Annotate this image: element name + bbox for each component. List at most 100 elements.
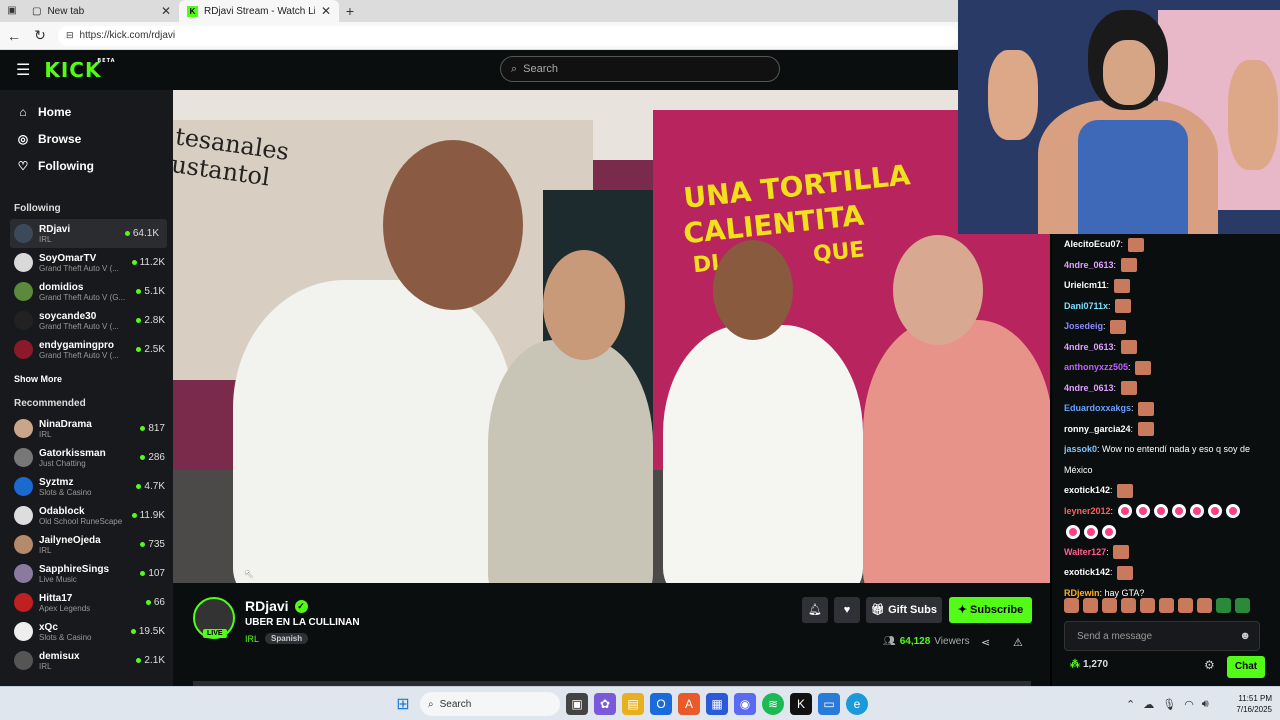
mic-icon[interactable]: 🎙︎ (1162, 698, 1176, 711)
site-info-icon[interactable]: ⊟ (66, 30, 74, 41)
chat-username[interactable]: Eduardoxxakgs (1064, 403, 1131, 413)
windows-start-icon[interactable]: ⊞ (392, 693, 414, 715)
back-icon[interactable]: ← (6, 28, 22, 44)
emote-icon[interactable] (1083, 598, 1098, 613)
emote-icon[interactable] (1064, 598, 1079, 613)
channel-points[interactable]: ⁂ 1,270 (1070, 659, 1108, 670)
chat-message: 4ndre_0613: (1064, 337, 1274, 358)
store-icon[interactable]: ▦ (706, 693, 728, 715)
emote-icon[interactable] (1159, 598, 1174, 613)
chat-username[interactable]: anthonyxzz505 (1064, 362, 1128, 372)
chat-input[interactable]: Send a message ☻ (1064, 621, 1260, 651)
chat-username[interactable]: Urielcm11 (1064, 280, 1107, 290)
url-field[interactable]: ⊟ https://kick.com/rdjavi (58, 25, 958, 46)
chat-username[interactable]: leyner2012 (1064, 506, 1111, 516)
language-tag[interactable]: Spanish (265, 633, 309, 644)
volume-icon[interactable]: 🔊︎ (1202, 698, 1209, 711)
close-tab-icon[interactable]: ✕ (321, 4, 331, 18)
app-window-icon[interactable]: ▭ (818, 693, 840, 715)
chat-username[interactable]: 4ndre_0613 (1064, 342, 1114, 352)
tab-actions-icon[interactable]: ▣ (0, 0, 24, 22)
following-heading: Following (14, 203, 61, 214)
new-tab-button[interactable]: + (339, 0, 361, 22)
chat-username[interactable]: Josedeig (1064, 321, 1103, 331)
sidebar-item-home[interactable]: ⌂ Home (0, 98, 173, 125)
emote-icon[interactable] (1121, 598, 1136, 613)
sidebar-channel-item[interactable]: NinaDrama IRL 817 (0, 414, 173, 443)
wifi-icon[interactable]: ◠ (1184, 698, 1194, 711)
chat-username[interactable]: Dani0711x (1064, 301, 1108, 311)
sidebar-channel-item[interactable]: domidios Grand Theft Auto V (G... 5.1K (0, 277, 173, 306)
sidebar-item-following[interactable]: ♡ Following (0, 152, 173, 179)
close-tab-icon[interactable]: ✕ (161, 4, 171, 18)
refresh-icon[interactable]: ↻ (32, 27, 48, 44)
sidebar-channel-item[interactable]: Gatorkissman Just Chatting 286 (0, 443, 173, 472)
notification-bell-button[interactable]: 🔔︎ (802, 597, 828, 623)
edge-icon[interactable]: e (846, 693, 868, 715)
chat-username[interactable]: jassok0 (1064, 444, 1097, 454)
channel-avatar (14, 340, 33, 359)
task-view-icon[interactable]: ▣ (566, 693, 588, 715)
copilot-icon[interactable]: ✿ (594, 693, 616, 715)
emote-icon[interactable] (1140, 598, 1155, 613)
chat-username[interactable]: 4ndre_0613 (1064, 383, 1114, 393)
kick-logo[interactable]: KICK BETA (44, 58, 114, 82)
chat-username[interactable]: Walter127 (1064, 547, 1106, 557)
video-player[interactable]: tesanales ustantol UNA TORTILLA CALIENTI… (173, 90, 1050, 583)
emote-icon[interactable] (1216, 598, 1231, 613)
chat-username[interactable]: exotick142 (1064, 567, 1110, 577)
share-icon[interactable]: ⋖ (981, 636, 990, 649)
emote-icon[interactable] (1235, 598, 1250, 613)
tab-new-tab[interactable]: ▢ New tab ✕ (24, 0, 179, 22)
menu-icon[interactable]: ☰ (16, 60, 30, 80)
taskbar-clock[interactable]: 11:51 PM 7/16/2025 (1222, 693, 1272, 715)
gift-icon: 🎁︎ (871, 604, 885, 616)
app-icon[interactable]: A (678, 693, 700, 715)
sidebar-channel-item[interactable]: demisux IRL 2.1K (0, 646, 173, 675)
taskbar-search[interactable]: ⌕ Search (420, 692, 560, 716)
sidebar-channel-item[interactable]: endygamingpro Grand Theft Auto V (... 2.5K (0, 335, 173, 364)
sidebar-channel-item[interactable]: JailyneOjeda IRL 735 (0, 530, 173, 559)
discord-icon[interactable]: ◉ (734, 693, 756, 715)
sidebar-channel-item[interactable]: Odablock Old School RuneScape 11.9K (0, 501, 173, 530)
channel-info: SapphireSings Live Music (39, 564, 134, 584)
viewer-count-value: 735 (148, 539, 165, 550)
outlook-icon[interactable]: O (650, 693, 672, 715)
kick-app-icon[interactable]: K (790, 693, 812, 715)
chat-username[interactable]: exotick142 (1064, 485, 1110, 495)
chat-settings-icon[interactable]: ⚙ (1204, 658, 1215, 672)
show-more-button[interactable]: Show More (0, 368, 173, 390)
chat-username[interactable]: AlecitoEcu07 (1064, 239, 1121, 249)
file-explorer-icon[interactable]: ▤ (622, 693, 644, 715)
sidebar-channel-item[interactable]: RDjavi IRL 64.1K (10, 219, 167, 248)
viewer-count: 817 (140, 423, 165, 434)
chat-username[interactable]: 4ndre_0613 (1064, 260, 1114, 270)
sidebar-channel-item[interactable]: SoyOmarTV Grand Theft Auto V (... 11.2K (0, 248, 173, 277)
emote-icon[interactable] (1197, 598, 1212, 613)
search-input[interactable]: ⌕ Search (500, 56, 780, 82)
sidebar-channel-item[interactable]: Syztmz Slots & Casino 4.7K (0, 472, 173, 501)
sidebar-channel-item[interactable]: SapphireSings Live Music 107 (0, 559, 173, 588)
live-dot-icon (130, 629, 136, 634)
chat-send-button[interactable]: Chat (1227, 656, 1265, 678)
tab-rdjavi[interactable]: K RDjavi Stream - Watch Live on Kick ✕ (179, 0, 339, 22)
follow-button[interactable]: ♥ (834, 597, 860, 623)
channel-category: Old School RuneScape (39, 516, 123, 526)
cloud-icon[interactable]: ☁ (1143, 698, 1154, 711)
chat-username[interactable]: RDjewin (1064, 588, 1100, 598)
subscribe-button[interactable]: ✦ Subscribe (949, 597, 1032, 623)
sidebar-channel-item[interactable]: xQc Slots & Casino 19.5K (0, 617, 173, 646)
spotify-icon[interactable]: ≋ (762, 693, 784, 715)
sidebar-channel-item[interactable]: Hitta17 Apex Legends 66 (0, 588, 173, 617)
channel-name[interactable]: RDjavi (245, 598, 289, 614)
chevron-up-icon[interactable]: ⌃ (1126, 698, 1135, 711)
emote-icon[interactable] (1102, 598, 1117, 613)
category-link[interactable]: IRL (245, 634, 259, 644)
sidebar-channel-item[interactable]: soycande30 Grand Theft Auto V (... 2.8K (0, 306, 173, 335)
chat-username[interactable]: ronny_garcia24 (1064, 424, 1131, 434)
gift-subs-button[interactable]: 🎁︎ Gift Subs (866, 597, 942, 623)
emote-icon[interactable] (1178, 598, 1193, 613)
sidebar-item-browse[interactable]: ◎ Browse (0, 125, 173, 152)
report-icon[interactable]: ⚠ (1013, 636, 1023, 649)
emoji-icon[interactable]: ☻ (1239, 630, 1251, 642)
